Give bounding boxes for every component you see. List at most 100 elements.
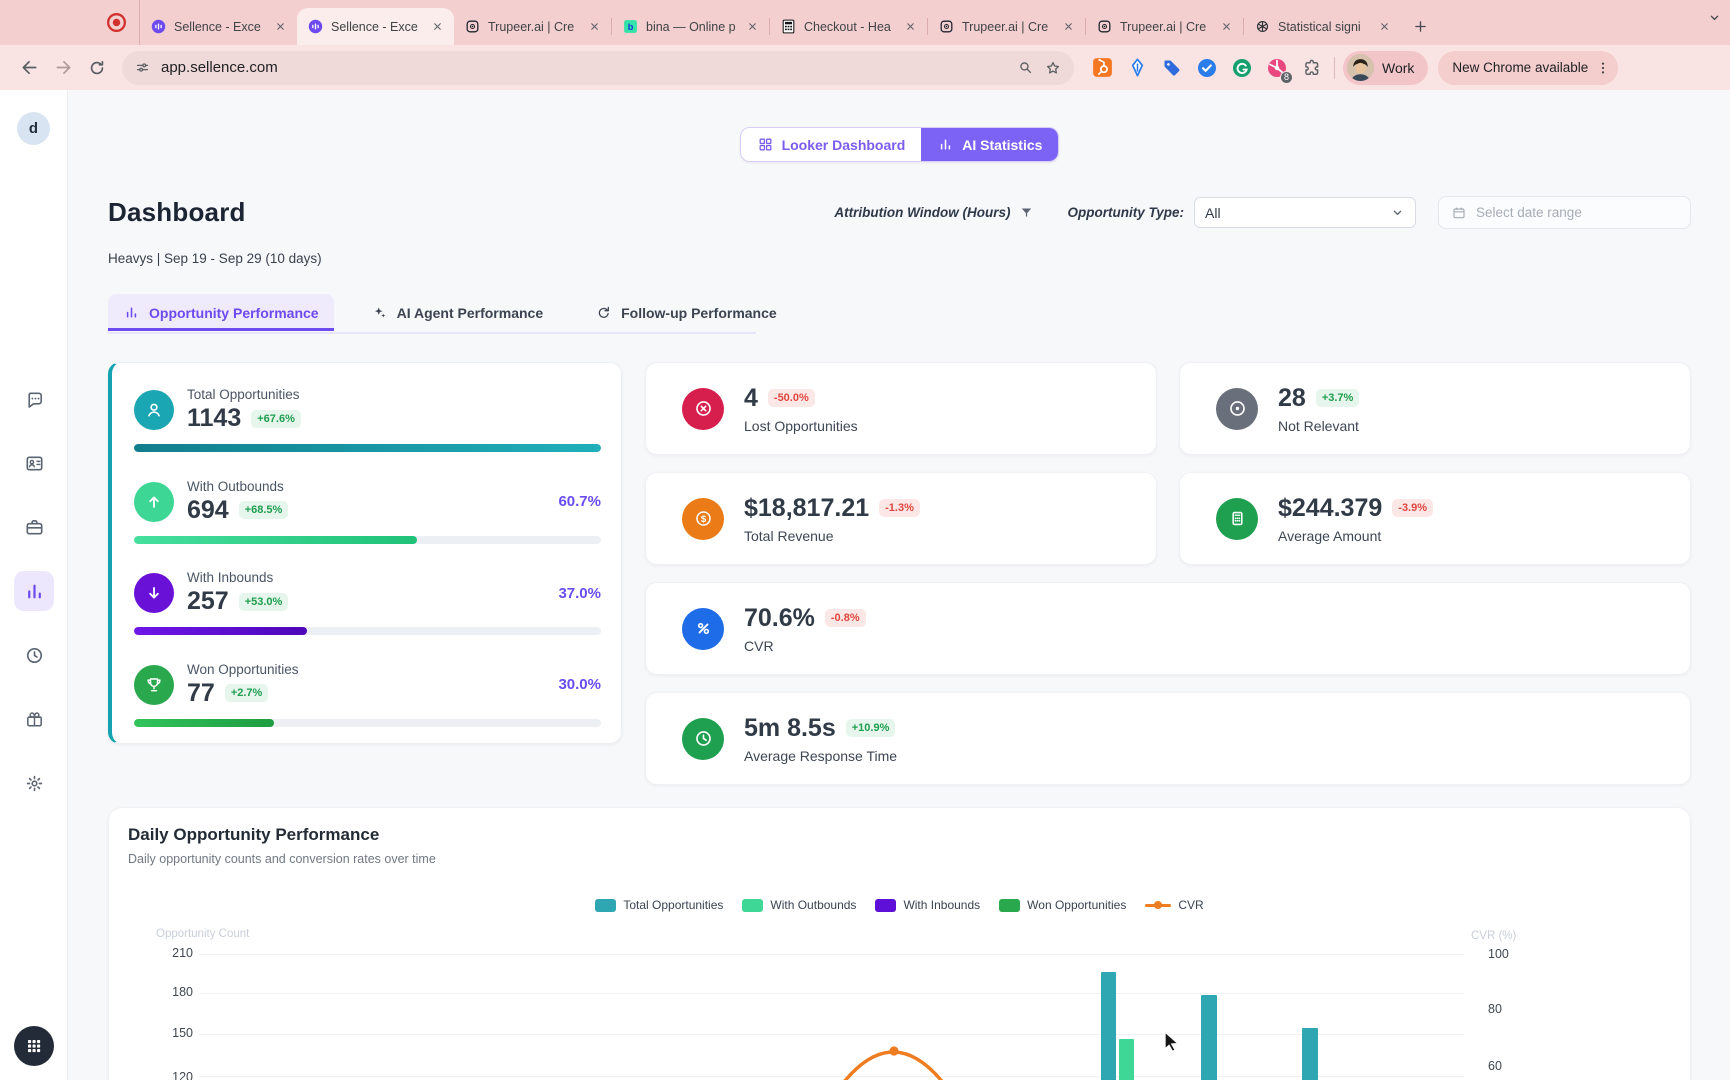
tab-close-icon[interactable] (902, 18, 919, 35)
forward-button[interactable] (46, 51, 80, 85)
chart-bar (1101, 972, 1116, 1080)
tab-title: Checkout - Hea (804, 20, 895, 34)
tab-title: Sellence - Exce (174, 20, 265, 34)
extension-recorder-icon[interactable]: 8 (1263, 54, 1291, 82)
checkout-favicon-icon (780, 18, 797, 35)
tab-close-icon[interactable] (586, 18, 603, 35)
chrome-update-button[interactable]: New Chrome available (1438, 51, 1618, 85)
new-tab-button[interactable] (1407, 13, 1433, 39)
extension-hubspot-icon[interactable] (1088, 54, 1116, 82)
extension-tag-icon[interactable] (1158, 54, 1186, 82)
tab-close-icon[interactable] (429, 18, 446, 35)
bars-icon (937, 136, 954, 153)
tab-title: Sellence - Exce (331, 20, 422, 34)
profile-button[interactable]: Work (1343, 51, 1428, 85)
extension-drop-icon[interactable] (1123, 54, 1151, 82)
sidebar-item-chat[interactable] (14, 379, 54, 419)
date-range-summary: Heavys | Sep 19 - Sep 29 (10 days) (108, 251, 1691, 266)
site-info-icon[interactable] (134, 59, 151, 76)
sidebar-item-analytics[interactable] (14, 571, 54, 611)
view-toggle-ai-statistics[interactable]: AI Statistics (921, 128, 1058, 161)
tab-opportunity-performance[interactable]: Opportunity Performance (108, 294, 334, 331)
profile-label: Work (1382, 60, 1414, 76)
refresh-icon (595, 304, 612, 321)
browser-tab[interactable]: Trupeer.ai | Cre (1086, 8, 1243, 45)
extension-puzzle-icon[interactable] (1298, 54, 1326, 82)
view-toggle-looker-dashboard[interactable]: Looker Dashboard (741, 128, 922, 161)
person-icon (134, 390, 174, 430)
funnel-label: Won Opportunities (187, 662, 299, 677)
kpi-card-not-relevant: 28+3.7%Not Relevant (1179, 362, 1691, 455)
chart-gridline (199, 993, 1464, 994)
view-toggle-label: AI Statistics (962, 137, 1042, 153)
tab-close-icon[interactable] (272, 18, 289, 35)
kpi-value: $18,817.21 (744, 494, 869, 523)
funnel-value-row: 694+68.5% (187, 496, 288, 525)
browser-tab[interactable]: Trupeer.ai | Cre (454, 8, 611, 45)
contacts-icon (23, 452, 46, 475)
bookmark-star-icon[interactable] (1044, 59, 1062, 77)
opportunity-type-select[interactable]: All (1194, 197, 1416, 228)
reload-button[interactable] (80, 51, 114, 85)
funnel-row-header: With Inbounds257+53.0%37.0% (134, 570, 601, 616)
tab-search-chevron-icon[interactable] (1707, 10, 1722, 25)
kpi-value: 5m 8.5s (744, 714, 836, 743)
browser-tab[interactable]: bbina — Online p (612, 8, 769, 45)
daily-performance-chart-card: Daily Opportunity Performance Daily oppo… (108, 807, 1691, 1080)
kpi-value: 70.6% (744, 604, 815, 633)
conversion-rate: 37.0% (558, 585, 601, 602)
date-range-input[interactable]: Select date range (1438, 196, 1691, 229)
change-badge: -50.0% (768, 389, 815, 407)
y-right-tick: 60 (1488, 1059, 1502, 1073)
kpi-card-average-response-time: 5m 8.5s+10.9%Average Response Time (645, 692, 1691, 785)
attribution-window-filter[interactable]: Attribution Window (Hours) (834, 205, 1033, 220)
tab-follow-up-performance[interactable]: Follow-up Performance (580, 294, 792, 331)
clock-icon (682, 718, 724, 760)
chart-gridline (199, 1034, 1464, 1035)
sidebar-item-briefcase[interactable] (14, 507, 54, 547)
url-text[interactable]: app.sellence.com (161, 59, 1007, 76)
zoom-page-icon[interactable] (1017, 59, 1034, 76)
progress-track (134, 627, 601, 635)
progress-fill (134, 719, 274, 727)
performance-tabs: Opportunity Performance AI Agent Performa… (108, 294, 1691, 334)
arrow-up-icon (134, 482, 174, 522)
browser-tab[interactable]: Trupeer.ai | Cre (928, 8, 1085, 45)
workspace-avatar[interactable]: d (17, 112, 50, 145)
y-left-tick: 120 (153, 1070, 193, 1080)
kpi-text: $244.379-3.9%Average Amount (1278, 494, 1433, 544)
tab-close-icon[interactable] (1376, 18, 1393, 35)
back-button[interactable] (12, 51, 46, 85)
y-right-tick: 80 (1488, 1002, 1502, 1016)
sidebar-item-settings[interactable] (14, 763, 54, 803)
kpi-label: Not Relevant (1278, 418, 1359, 434)
progress-fill (134, 444, 601, 452)
x-circle-icon (682, 388, 724, 430)
chart-bar (1201, 995, 1217, 1080)
funnel-row-text: Total Opportunities1143+67.6% (187, 387, 301, 433)
tab-close-icon[interactable] (1218, 18, 1235, 35)
change-badge: +67.6% (251, 410, 301, 428)
extension-grammarly-icon[interactable] (1228, 54, 1256, 82)
address-bar[interactable]: app.sellence.com (122, 51, 1074, 85)
sidebar-item-gift[interactable] (14, 699, 54, 739)
tab-close-icon[interactable] (1060, 18, 1077, 35)
funnel-value-row: 77+2.7% (187, 679, 299, 708)
progress-track (134, 536, 601, 544)
tab-ai-agent-performance[interactable]: AI Agent Performance (356, 294, 559, 331)
sidebar-item-history[interactable] (14, 635, 54, 675)
browser-tab[interactable]: Sellence - Exce (297, 8, 454, 45)
browser-tab[interactable]: Statistical signi (1244, 8, 1401, 45)
browser-menu-icon[interactable] (1592, 60, 1614, 76)
kpi-card-lost-opportunities: 4-50.0%Lost Opportunities (645, 362, 1157, 455)
browser-tab[interactable]: Checkout - Hea (770, 8, 927, 45)
sidebar-item-contacts[interactable] (14, 443, 54, 483)
view-toggle-label: Looker Dashboard (782, 137, 906, 153)
extension-check-icon[interactable] (1193, 54, 1221, 82)
browser-tab-strip: Sellence - Exce Sellence - Exce Trupeer.ai… (0, 0, 1730, 45)
chart-bar (1119, 1039, 1134, 1080)
y-right-tick: 100 (1488, 947, 1509, 961)
browser-tab[interactable]: Sellence - Exce (140, 8, 297, 45)
launcher-button[interactable] (14, 1026, 54, 1066)
tab-close-icon[interactable] (744, 18, 761, 35)
